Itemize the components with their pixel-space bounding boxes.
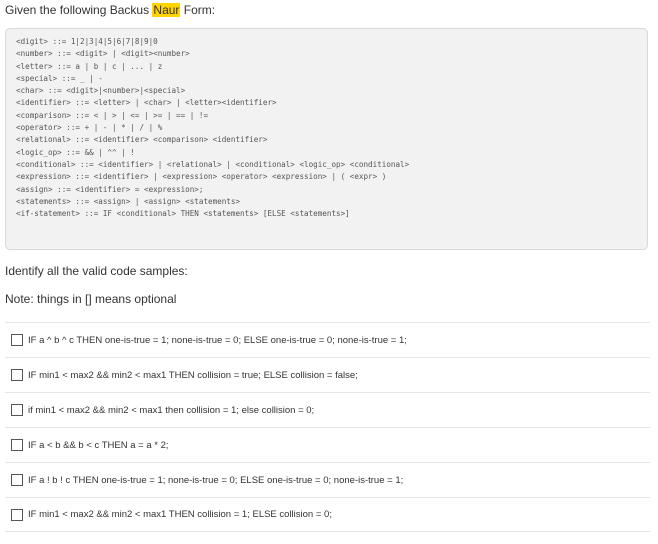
answer-option-2[interactable]: IF min1 < max2 && min2 < max1 THEN colli… xyxy=(5,357,650,392)
grammar-line: <identifier> ::= <letter> | <char> | <le… xyxy=(16,98,277,108)
answer-options: IF a ^ b ^ c THEN one-is-true = 1; none-… xyxy=(5,322,650,532)
checkbox[interactable] xyxy=(11,369,23,381)
answer-option-1[interactable]: IF a ^ b ^ c THEN one-is-true = 1; none-… xyxy=(5,322,650,357)
grammar-line: <expression> ::= <identifier> | <express… xyxy=(16,172,387,182)
option-label: IF a ^ b ^ c THEN one-is-true = 1; none-… xyxy=(28,334,407,346)
grammar-line: <letter> ::= a | b | c | ... | z xyxy=(16,61,163,71)
checkbox[interactable] xyxy=(11,474,23,486)
answer-option-4[interactable]: IF a < b && b < c THEN a = a * 2; xyxy=(5,427,650,462)
grammar-line: <logic_op> ::= && | ^^ | ! xyxy=(16,147,135,157)
note-text: Note: things in [] means optional xyxy=(5,292,177,306)
grammar-line: <conditional> ::= <identifier> | <relati… xyxy=(16,159,410,169)
checkbox[interactable] xyxy=(11,404,23,416)
grammar-line: <special> ::= _ | - xyxy=(16,73,103,83)
answer-option-6[interactable]: IF min1 < max2 && min2 < max1 THEN colli… xyxy=(5,497,650,532)
grammar-line: <assign> ::= <identifier> = <expression>… xyxy=(16,184,204,194)
answer-option-5[interactable]: IF a ! b ! c THEN one-is-true = 1; none-… xyxy=(5,462,650,497)
option-label: IF a ! b ! c THEN one-is-true = 1; none-… xyxy=(28,474,404,486)
grammar-line: <digit> ::= 1|2|3|4|5|6|7|8|9|0 xyxy=(16,37,158,46)
answer-option-3[interactable]: if min1 < max2 && min2 < max1 then colli… xyxy=(5,392,650,427)
grammar-line: <relational> ::= <identifier> <compariso… xyxy=(16,135,268,145)
instruction-text: Identify all the valid code samples: xyxy=(5,264,188,278)
grammar-line: <if-statement> ::= IF <conditional> THEN… xyxy=(16,209,350,219)
intro-prefix: Given the following Backus xyxy=(5,3,153,17)
intro-suffix: Form: xyxy=(180,3,216,17)
grammar-line: <char> ::= <digit>|<number>|<special> xyxy=(16,86,186,96)
option-label: if min1 < max2 && min2 < max1 then colli… xyxy=(28,404,315,416)
option-label: IF min1 < max2 && min2 < max1 THEN colli… xyxy=(28,369,358,381)
grammar-line: <comparison> ::= < | > | <= | >= | == | … xyxy=(16,110,209,120)
highlighted-word: Naur xyxy=(152,3,181,17)
grammar-line: <number> ::= <digit> | <digit><number> xyxy=(16,49,190,59)
grammar-code-block: <digit> ::= 1|2|3|4|5|6|7|8|9|0 <number>… xyxy=(5,28,648,250)
option-label: IF min1 < max2 && min2 < max1 THEN colli… xyxy=(28,509,332,520)
checkbox[interactable] xyxy=(11,508,23,521)
grammar-line: <operator> ::= + | - | * | / | % xyxy=(16,123,163,133)
question-panel: Given the following Backus Naur Form: <d… xyxy=(0,0,658,544)
option-label: IF a < b && b < c THEN a = a * 2; xyxy=(28,439,169,451)
grammar-line: <statements> ::= <assign> | <assign> <st… xyxy=(16,196,241,206)
question-intro: Given the following Backus Naur Form: xyxy=(5,3,215,17)
checkbox[interactable] xyxy=(11,334,23,346)
checkbox[interactable] xyxy=(11,439,23,451)
